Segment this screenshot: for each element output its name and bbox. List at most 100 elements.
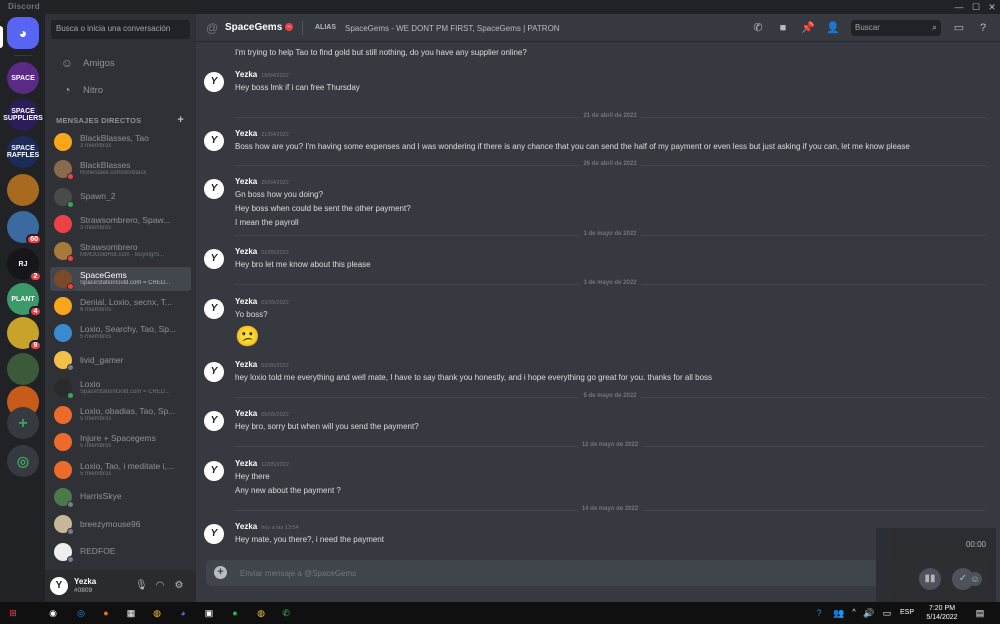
header-search-placeholder: Buscar xyxy=(855,23,880,32)
dm-item[interactable]: BlackBlasses Runestake.com/do/Black xyxy=(50,157,191,181)
dm-name: Injure + Spacegems xyxy=(80,434,156,444)
message-author[interactable]: Yezka xyxy=(235,360,257,369)
dm-search-input[interactable]: Busca o inicia una conversación xyxy=(51,20,190,39)
author-avatar[interactable]: Y xyxy=(204,131,224,151)
message-timestamp: 21/04/2022 xyxy=(261,132,289,138)
chrome-icon[interactable]: ◍ xyxy=(254,606,268,620)
server-icon[interactable]: RJ 2 xyxy=(7,248,42,282)
message-timestamp: 18/04/2022 xyxy=(261,73,289,79)
header-search-input[interactable]: Buscar ⌕ xyxy=(851,20,941,36)
mention-badge: 60 xyxy=(26,234,42,245)
server-icon[interactable]: SPACE RAFFLES xyxy=(7,136,39,168)
dm-item[interactable]: Loxio SpaceStationGold.com = CRED... xyxy=(50,376,191,400)
dm-avatar xyxy=(54,160,74,181)
help-icon[interactable]: ? xyxy=(976,21,990,35)
message-author[interactable]: Yezka xyxy=(235,177,257,186)
dm-item[interactable]: BlackBlasses, Tao 3 miembros xyxy=(50,130,191,154)
minimize-icon[interactable]: — xyxy=(953,1,965,13)
microphone-icon[interactable]: 🎙 xyxy=(135,580,148,592)
taskbar-app-icon[interactable]: ◉ xyxy=(46,606,60,620)
emoji-picker-icon[interactable]: ☺ xyxy=(968,572,982,586)
dm-item[interactable]: Strawsombrero, Spaw... 3 miembros xyxy=(50,212,191,236)
dm-item[interactable]: Loxio, Tao, i meditate i,... 5 miembros xyxy=(50,458,191,482)
dm-header: MENSAJES DIRECTOS + xyxy=(56,114,184,126)
chrome-icon[interactable]: ◍ xyxy=(150,606,164,620)
dm-item[interactable]: SpaceGems SpaceStationGold.com = CRED... xyxy=(50,266,191,291)
headphones-icon[interactable]: ◠ xyxy=(154,580,166,592)
user-tag: #0809 xyxy=(74,587,93,594)
server-icon[interactable]: SPACE xyxy=(7,62,39,94)
start-menu-icon[interactable]: ⊞ xyxy=(6,606,20,620)
author-avatar[interactable]: Y xyxy=(204,72,224,92)
people-icon[interactable]: 👥 xyxy=(832,606,846,620)
message-composer[interactable]: + Enviar mensaje a @SpaceGems xyxy=(206,560,990,586)
dm-name: BlackBlasses, Tao xyxy=(80,134,149,143)
voice-call-icon[interactable]: ✆ xyxy=(751,21,765,35)
chevron-up-icon[interactable]: ^ xyxy=(847,606,861,620)
author-avatar[interactable]: Y xyxy=(204,179,224,199)
dm-item[interactable]: REDFOE xyxy=(50,540,191,564)
settings-gear-icon[interactable]: ⚙ xyxy=(173,580,185,592)
dm-item[interactable]: livid_gamer xyxy=(50,348,191,372)
dm-avatar xyxy=(54,269,74,290)
dm-item[interactable]: breezymouse96 xyxy=(50,512,191,536)
whatsapp-icon[interactable]: ✆ xyxy=(279,606,293,620)
user-avatar[interactable]: Y xyxy=(50,577,68,595)
home-discord-icon[interactable]: ◕ xyxy=(7,17,39,49)
calculator-icon[interactable]: ▦ xyxy=(124,606,138,620)
author-avatar[interactable]: Y xyxy=(204,524,224,544)
taskbar-app-icon[interactable]: ◎ xyxy=(74,606,88,620)
author-avatar[interactable]: Y xyxy=(204,249,224,269)
dm-item[interactable]: Loxio, obadias, Tao, Sp... 5 miembros xyxy=(50,403,191,427)
server-icon[interactable] xyxy=(7,353,39,385)
message-author[interactable]: Yezka xyxy=(235,297,257,306)
taskbar-app-icon[interactable]: ▣ xyxy=(202,606,216,620)
message-author[interactable]: Yezka xyxy=(235,409,257,418)
language-indicator[interactable]: ESP xyxy=(898,606,916,620)
volume-icon[interactable]: 🔊 xyxy=(862,606,876,620)
dm-item[interactable]: Denial, Loxio, secnx, T... 6 miembros xyxy=(50,294,191,318)
message-author[interactable]: Yezka xyxy=(235,129,257,138)
inbox-icon[interactable]: ▭ xyxy=(952,21,966,35)
add-server-icon[interactable]: + xyxy=(7,407,39,439)
server-icon[interactable]: 60 xyxy=(7,211,42,245)
mention-badge: 2 xyxy=(29,271,42,282)
create-dm-icon[interactable]: + xyxy=(177,114,184,126)
notifications-icon[interactable]: ▤ xyxy=(973,606,987,620)
firefox-icon[interactable]: ● xyxy=(99,606,113,620)
date-divider-label: 12 de mayo de 2022 xyxy=(577,442,643,448)
dm-item[interactable]: Loxio, Searchy, Tao, Sp... 5 miembros xyxy=(50,321,191,345)
help-tray-icon[interactable]: ? xyxy=(812,606,826,620)
attach-plus-icon[interactable]: + xyxy=(214,566,227,579)
server-icon[interactable] xyxy=(7,174,39,206)
nav-friends[interactable]: ☺ Amigos xyxy=(53,51,189,75)
nav-nitro[interactable]: ◔ Nitro xyxy=(53,78,189,102)
dm-item[interactable]: HarrisSkye xyxy=(50,485,191,509)
server-icon[interactable]: PLANT 4 xyxy=(7,283,42,317)
author-avatar[interactable]: Y xyxy=(204,362,224,382)
author-avatar[interactable]: Y xyxy=(204,461,224,481)
close-icon[interactable]: ✕ xyxy=(986,1,998,13)
stop-recording-icon[interactable]: ▮▮ xyxy=(919,568,941,590)
dm-item[interactable]: Injure + Spacegems 5 miembros xyxy=(50,430,191,454)
server-icon[interactable]: SPACE SUPPLIERS xyxy=(3,99,43,131)
add-friends-icon[interactable]: 👤 xyxy=(826,21,840,35)
dm-item[interactable]: Strawsombrero MMOGoldHut.com - Buying/S..… xyxy=(50,239,191,263)
network-icon[interactable]: ▭ xyxy=(880,606,894,620)
discord-taskbar-icon[interactable]: ◕ xyxy=(176,606,190,620)
author-avatar[interactable]: Y xyxy=(204,411,224,431)
server-icon[interactable]: 9 xyxy=(7,317,42,351)
message-author[interactable]: Yezka xyxy=(235,247,257,256)
spotify-icon[interactable]: ● xyxy=(228,606,242,620)
message-author[interactable]: Yezka xyxy=(235,522,257,531)
clock[interactable]: 7:20 PM 5/14/2022 xyxy=(918,604,966,622)
message-author[interactable]: Yezka xyxy=(235,459,257,468)
maximize-icon[interactable]: ☐ xyxy=(970,1,982,13)
pinned-messages-icon[interactable]: 📌 xyxy=(801,21,815,35)
author-avatar[interactable]: Y xyxy=(204,299,224,319)
dm-item[interactable]: Spawn_2 xyxy=(50,185,191,209)
message-author[interactable]: Yezka xyxy=(235,70,257,79)
video-call-icon[interactable]: ■ xyxy=(776,21,790,35)
explore-servers-icon[interactable]: ◎ xyxy=(7,445,39,477)
status-indicator xyxy=(67,255,74,263)
